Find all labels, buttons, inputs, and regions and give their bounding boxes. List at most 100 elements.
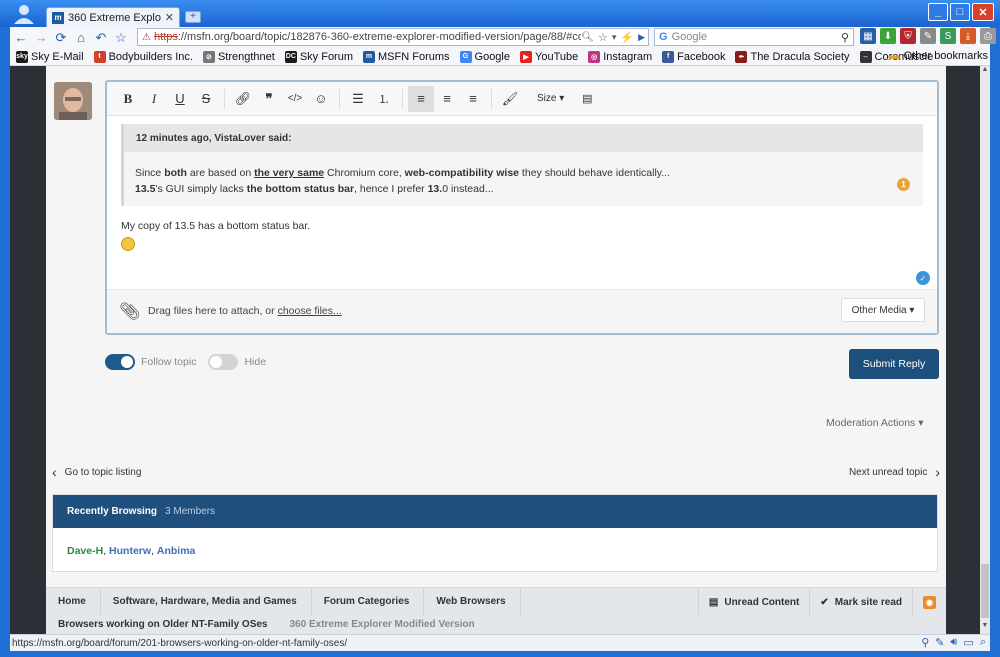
folder-icon: ▬	[888, 50, 900, 62]
toolbar-separator	[402, 88, 403, 109]
new-tab-button[interactable]: +	[185, 11, 201, 23]
shield-extension-icon[interactable]: ⛨	[900, 28, 916, 44]
paintbrush-icon[interactable]: 🖌︎	[497, 86, 523, 112]
bookmark-favicon-icon: ◎	[588, 50, 601, 63]
zoom-status-icon[interactable]: ⌕	[980, 636, 986, 649]
reply-editor[interactable]: B I U S 🔗︎ ❞ </> ☺ ☰ ⒈ ≡ ≡ ≡ 🖌︎ Size ▾ ▤	[105, 80, 939, 335]
maximize-button[interactable]: □	[950, 3, 970, 21]
minimize-button[interactable]: _	[928, 3, 948, 21]
strikethrough-button[interactable]: S	[193, 86, 219, 112]
bookmark-star-icon[interactable]: ☆	[598, 31, 608, 44]
go-to-topic-listing-link[interactable]: ‹ Go to topic listing	[52, 464, 141, 480]
italic-button[interactable]: I	[141, 86, 167, 112]
quote-icon[interactable]: ❞	[256, 86, 282, 112]
bookmark-item[interactable]: sky Sky E-Mail	[16, 50, 84, 63]
bookmark-item[interactable]: G Google	[459, 50, 510, 63]
breadcrumb-item[interactable]: Browsers working on Older NT-Family OSes	[46, 619, 278, 630]
address-bar[interactable]: ⚠ https ://msfn.org/board/topic/182876-3…	[137, 28, 649, 46]
submit-reply-button[interactable]: Submit Reply	[849, 349, 939, 379]
print-extension-icon[interactable]: ⎙	[980, 28, 996, 44]
pen-icon[interactable]: ✎	[935, 636, 944, 649]
reply-body-text[interactable]: My copy of 13.5 has a bottom status bar.	[121, 220, 310, 232]
apps-extension-icon[interactable]: ▦	[860, 28, 876, 44]
link-icon[interactable]: 🔗︎	[230, 86, 256, 112]
breadcrumb-item[interactable]: Web Browsers	[424, 587, 521, 616]
user-link[interactable]: Hunterw	[109, 545, 151, 557]
quote-header[interactable]: 12 minutes ago, VistaLover said:	[124, 124, 923, 152]
breadcrumb-item[interactable]: Software, Hardware, Media and Games	[101, 587, 312, 616]
rss-link[interactable]: ◉	[912, 588, 946, 616]
bookmark-item[interactable]: m MSFN Forums	[363, 50, 450, 63]
undo-icon[interactable]: ↶	[92, 29, 110, 47]
scroll-down-arrow-icon[interactable]: ▼	[980, 622, 990, 634]
search-input[interactable]: G Google ⚲	[654, 28, 854, 46]
next-unread-topic-link[interactable]: Next unread topic ›	[849, 464, 940, 480]
underline-button[interactable]: U	[167, 86, 193, 112]
save-extension-icon[interactable]: ⤓	[960, 28, 976, 44]
bookmark-item[interactable]: DC Sky Forum	[284, 50, 353, 63]
breadcrumb-item[interactable]: Home	[46, 587, 101, 616]
star-icon[interactable]: ☆	[112, 29, 130, 47]
download-extension-icon[interactable]: ⬇	[880, 28, 896, 44]
zoom-icon[interactable]: 🔍︎	[581, 32, 594, 43]
back-arrow-icon[interactable]: ←	[12, 29, 30, 47]
browser-toolbar: ← → ⟳ ⌂ ↶ ☆ ⚠ https ://msfn.org/board/to…	[10, 27, 996, 48]
window-controls: _ □ ✕	[928, 3, 994, 21]
bold-button[interactable]: B	[115, 86, 141, 112]
emoji-icon[interactable]: ☺	[308, 86, 334, 112]
user-profile-icon[interactable]	[12, 4, 36, 24]
s-extension-icon[interactable]: S	[940, 28, 956, 44]
follow-topic-toggle[interactable]	[105, 354, 135, 370]
moderation-actions-menu[interactable]: Moderation Actions ▾	[826, 417, 924, 429]
avatar[interactable]	[54, 82, 92, 120]
reload-icon[interactable]: ⟳	[52, 29, 70, 47]
mark-site-read-link[interactable]: ✔ Mark site read	[809, 588, 912, 616]
close-window-button[interactable]: ✕	[972, 3, 994, 21]
home-icon[interactable]: ⌂	[72, 29, 90, 47]
unread-content-link[interactable]: ▤ Unread Content	[697, 588, 809, 616]
grammar-badge[interactable]: 1	[897, 178, 910, 191]
bookmark-item[interactable]: t Bodybuilders Inc.	[93, 50, 193, 63]
tab-close-icon[interactable]: ✕	[165, 11, 174, 24]
other-bookmarks-folder[interactable]: ▬ Other bookmarks	[889, 50, 988, 62]
bookmark-favicon-icon: ✒	[735, 50, 748, 63]
user-link[interactable]: Anbima	[157, 545, 196, 557]
paperclip-icon: 📎︎	[119, 302, 141, 321]
preview-icon[interactable]: ▤	[574, 86, 600, 112]
page-scrollbar[interactable]: ▲ ▼	[980, 66, 990, 634]
play-icon[interactable]: ▶	[638, 32, 645, 43]
align-center-icon[interactable]: ≡	[434, 86, 460, 112]
align-left-icon[interactable]: ≡	[408, 85, 434, 112]
align-right-icon[interactable]: ≡	[460, 86, 486, 112]
hide-toggle[interactable]	[208, 354, 239, 370]
choose-files-link[interactable]: choose files...	[278, 305, 342, 317]
bookmark-item[interactable]: ⊘ Strengthnet	[202, 50, 275, 63]
code-icon[interactable]: </>	[282, 86, 308, 112]
bookmark-item[interactable]: ◎ Instagram	[588, 50, 652, 63]
bookmark-item[interactable]: f Facebook	[662, 50, 725, 63]
dropdown-chevron-icon[interactable]: ▾	[612, 32, 617, 43]
chevron-left-icon: ‹	[52, 464, 57, 480]
scrollbar-thumb[interactable]	[981, 564, 989, 618]
bookmark-item[interactable]: ✒ The Dracula Society	[735, 50, 850, 63]
pin-icon[interactable]: ⚲	[921, 636, 929, 649]
lightning-icon[interactable]: ⚡	[620, 31, 634, 44]
puzzle-extension-icon[interactable]: ✎	[920, 28, 936, 44]
other-media-button[interactable]: Other Media ▾	[841, 298, 925, 322]
quote-text: 0 instead...	[442, 183, 494, 195]
bulleted-list-icon[interactable]: ☰	[345, 86, 371, 112]
breadcrumb-item[interactable]: Forum Categories	[312, 587, 425, 616]
user-link[interactable]: Dave-H	[67, 545, 103, 557]
grammar-check-icon[interactable]: ✓	[916, 271, 930, 285]
attachment-bar[interactable]: 📎︎ Drag files here to attach, or choose …	[107, 289, 937, 333]
font-size-dropdown[interactable]: Size ▾	[537, 93, 564, 104]
prev-label: Go to topic listing	[64, 466, 142, 478]
scroll-up-arrow-icon[interactable]: ▲	[980, 66, 990, 78]
speaker-icon[interactable]: 🔊︎	[950, 636, 957, 649]
search-magnifier-icon[interactable]: ⚲	[841, 31, 849, 44]
forward-arrow-icon[interactable]: →	[32, 29, 50, 47]
page-icon[interactable]: ▭	[963, 636, 973, 649]
browser-tab[interactable]: m 360 Extreme Explorer M... ✕	[46, 7, 180, 27]
numbered-list-icon[interactable]: ⒈	[371, 86, 397, 112]
bookmark-item[interactable]: ▶ YouTube	[520, 50, 578, 63]
